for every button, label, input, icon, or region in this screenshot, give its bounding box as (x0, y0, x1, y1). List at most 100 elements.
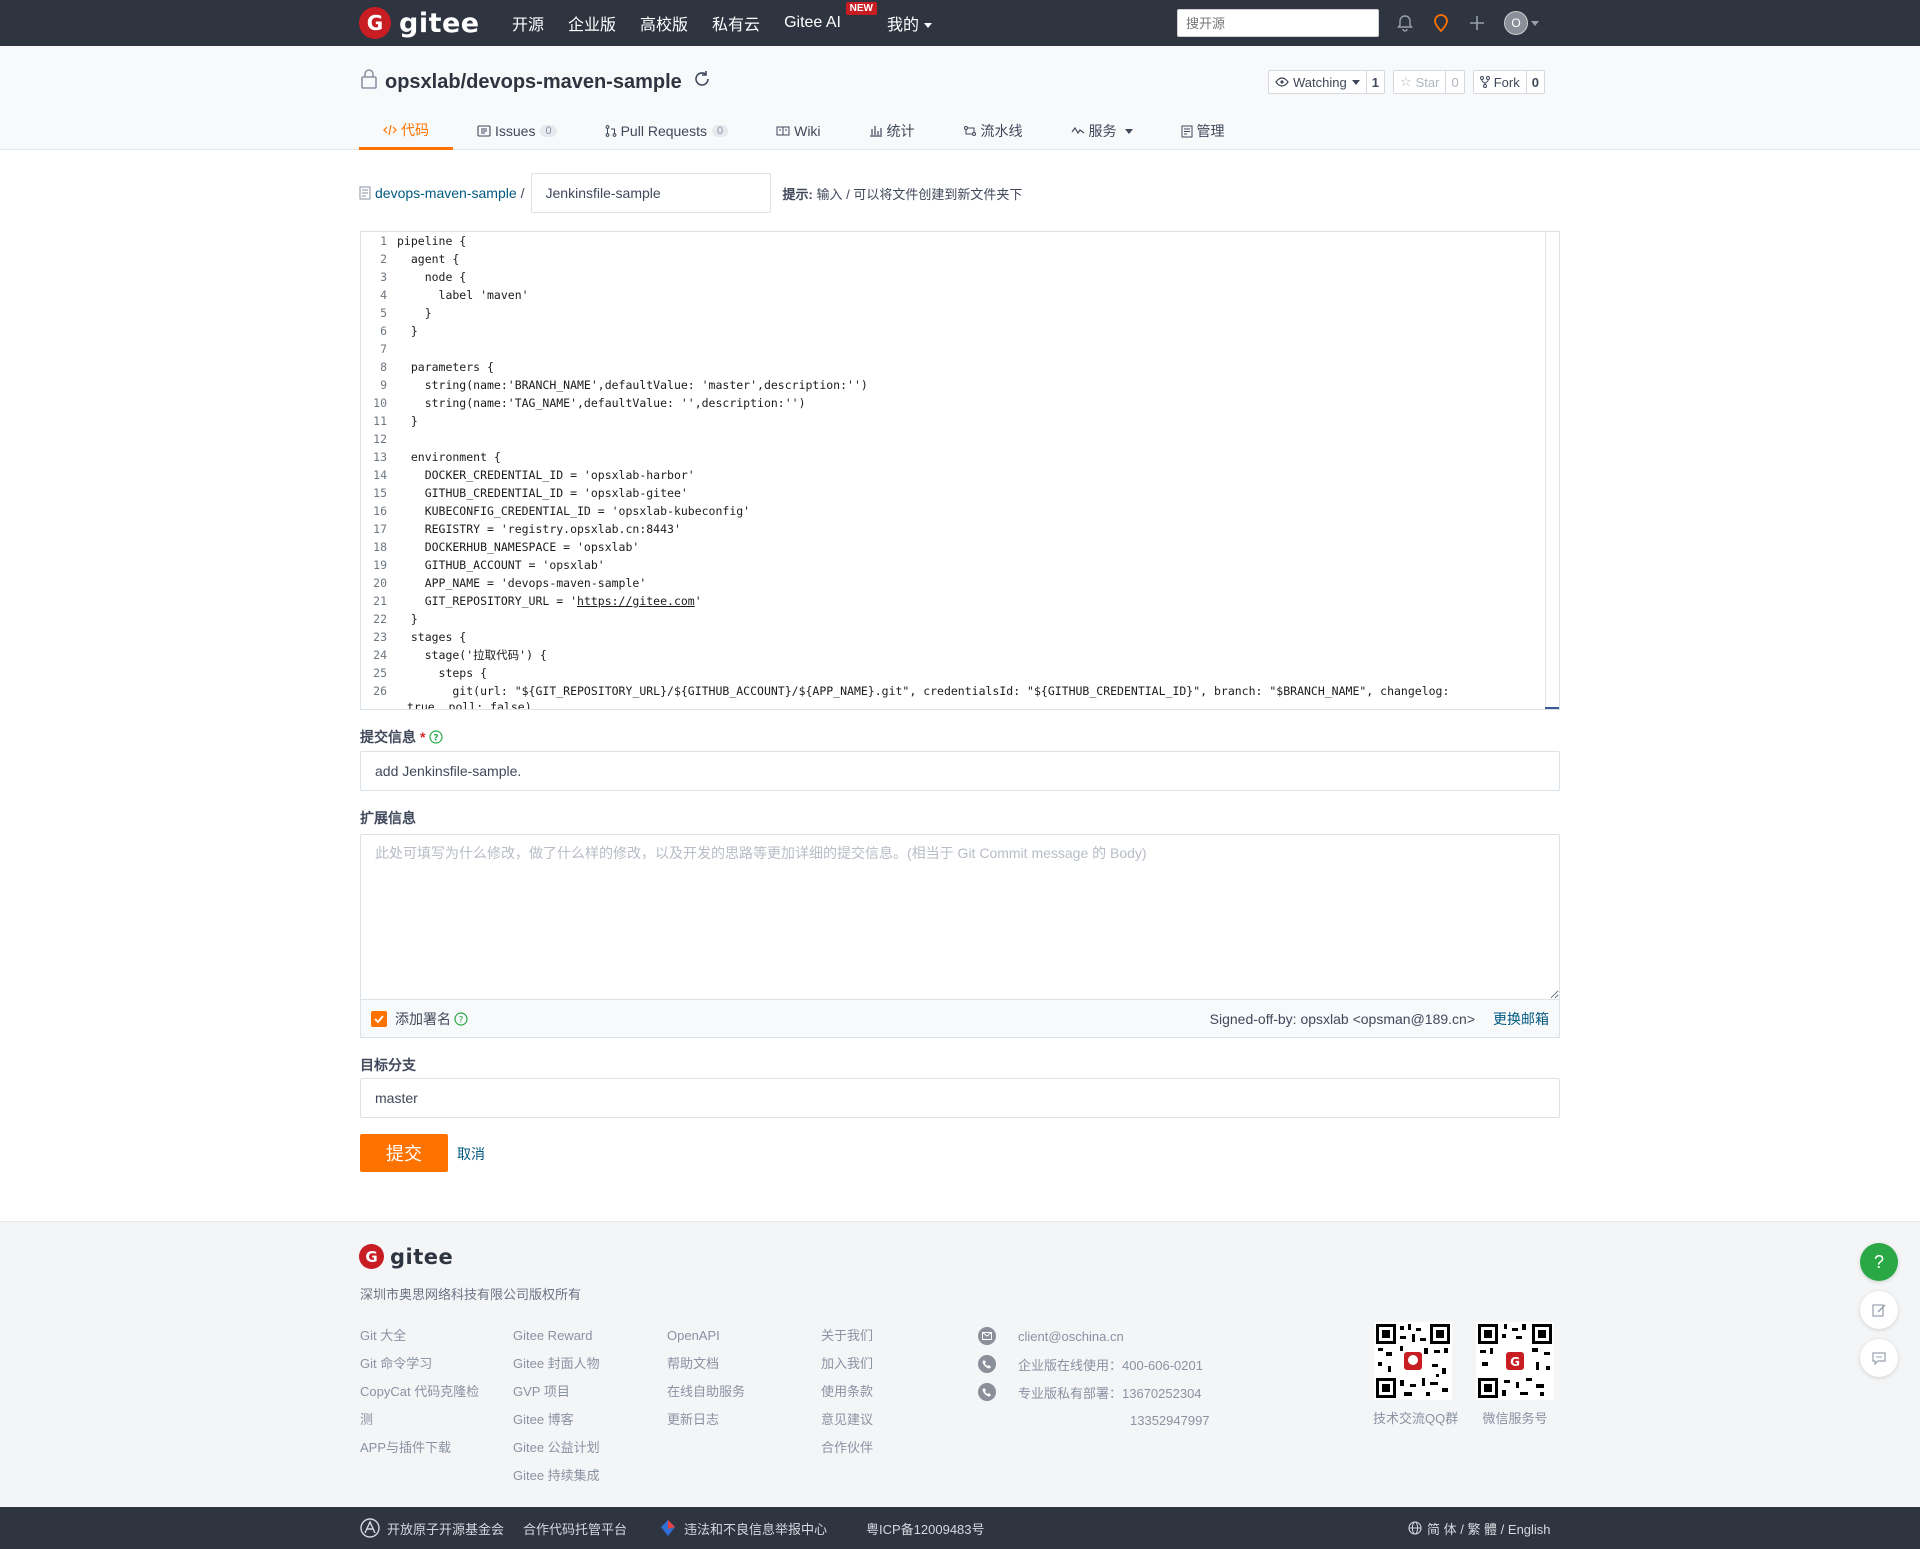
signoff-checkbox[interactable] (371, 1010, 387, 1027)
qr-code-image (1374, 1322, 1452, 1400)
footer-link[interactable]: 意见建议 (821, 1406, 873, 1434)
fork-button[interactable]: Fork 0 (1472, 70, 1545, 94)
footer-link[interactable]: 合作伙伴 (821, 1434, 873, 1462)
help-button[interactable]: ? (1860, 1243, 1898, 1281)
plus-icon[interactable] (1468, 14, 1486, 32)
footer-link[interactable]: 使用条款 (821, 1378, 873, 1406)
footer-logo[interactable]: G gitee (359, 1244, 453, 1269)
nav-enterprise[interactable]: 企业版 (568, 11, 616, 35)
line-number: 19 (373, 558, 387, 572)
help-icon[interactable]: ? (454, 1011, 468, 1026)
search-input[interactable] (1177, 9, 1379, 37)
chevron-down-icon (1351, 79, 1360, 85)
target-branch-label: 目标分支 (360, 1055, 416, 1075)
extended-info-textarea[interactable] (360, 834, 1560, 1000)
hint-label: 提示: (782, 186, 813, 202)
code-text: } (397, 414, 418, 428)
breadcrumb-separator: / (520, 185, 525, 201)
line-number: 15 (373, 486, 387, 500)
feedback-button[interactable] (1860, 1291, 1898, 1329)
fork-count: 0 (1525, 71, 1544, 93)
footer-link[interactable]: 加入我们 (821, 1350, 873, 1378)
report-center-link[interactable]: 违法和不良信息举报中心 (658, 1518, 827, 1538)
repo-name-link[interactable]: opsxlab/devops-maven-sample (385, 71, 682, 94)
icp-link[interactable]: 粤ICP备12009483号 (866, 1519, 985, 1538)
footer-link[interactable]: Git 大全 (360, 1322, 482, 1350)
nav-mine-dropdown[interactable]: 我的 (887, 11, 932, 35)
line-number: 17 (373, 522, 387, 536)
footer-link[interactable]: 更新日志 (667, 1406, 745, 1434)
watch-label: Watching (1293, 74, 1347, 90)
tab-pull-requests[interactable]: Pull Requests 0 (581, 112, 753, 150)
watch-button[interactable]: Watching 1 (1268, 70, 1385, 94)
footer-link[interactable]: CopyCat 代码克隆检测 (360, 1378, 482, 1434)
openatom-link[interactable]: 开放原子开源基金会 (359, 1517, 504, 1539)
help-icon[interactable]: ? (429, 730, 444, 744)
tab-service[interactable]: 服务 (1047, 112, 1157, 150)
editor-scroll-thumb[interactable] (1545, 707, 1559, 709)
language-switcher[interactable]: 简 体 / 繁 體 / English (1408, 1507, 1551, 1549)
code-text: label 'maven' (397, 288, 529, 302)
gitee-logo-icon: G (359, 7, 391, 39)
cancel-link[interactable]: 取消 (457, 1144, 485, 1164)
tab-manage[interactable]: 管理 (1157, 112, 1249, 150)
nav-open-source[interactable]: 开源 (512, 11, 544, 35)
line-number: 14 (373, 468, 387, 482)
submit-button[interactable]: 提交 (360, 1134, 448, 1172)
tab-issues[interactable]: Issues 0 (453, 112, 581, 150)
breadcrumb-repo-link[interactable]: devops-maven-sample (375, 185, 517, 201)
footer-link[interactable]: Gitee 博客 (513, 1406, 600, 1434)
nav-education[interactable]: 高校版 (640, 11, 688, 35)
location-pin-icon[interactable] (1432, 13, 1450, 33)
tab-wiki[interactable]: Wiki (752, 112, 844, 150)
footer-link[interactable]: Gitee 封面人物 (513, 1350, 600, 1378)
tab-code[interactable]: 代码 (359, 112, 453, 150)
tab-stats[interactable]: 统计 (845, 112, 939, 150)
footer-link[interactable]: GVP 项目 (513, 1378, 600, 1406)
manage-icon (1181, 125, 1193, 138)
user-menu[interactable]: O (1504, 11, 1539, 35)
change-email-link[interactable]: 更换邮箱 (1493, 1009, 1549, 1029)
tab-service-label: 服务 (1088, 123, 1117, 139)
editor-scrollbar[interactable] (1545, 232, 1559, 709)
footer-link[interactable]: APP与插件下载 (360, 1434, 482, 1462)
main-nav: 开源 企业版 高校版 私有云 Gitee AI NEW 我的 (512, 0, 956, 46)
line-number: 23 (373, 630, 387, 644)
gitee-logo[interactable]: G gitee (359, 6, 480, 40)
nav-gitee-ai[interactable]: Gitee AI NEW (784, 2, 877, 32)
code-text: steps { (397, 666, 488, 680)
chat-button[interactable] (1860, 1339, 1898, 1377)
bell-icon[interactable] (1396, 14, 1414, 32)
star-button[interactable]: ☆ Star 0 (1392, 70, 1465, 94)
footer-link[interactable]: 关于我们 (821, 1322, 873, 1350)
footer-link[interactable]: Gitee Reward (513, 1322, 600, 1350)
sync-icon[interactable] (692, 69, 712, 95)
tab-wiki-label: Wiki (794, 123, 821, 139)
footer-link[interactable]: 在线自助服务 (667, 1378, 745, 1406)
footer-link[interactable]: Git 命令学习 (360, 1350, 482, 1378)
tab-issues-label: Issues (495, 123, 536, 139)
filename-input[interactable] (530, 173, 771, 213)
footer-link[interactable]: Gitee 持续集成 (513, 1462, 600, 1490)
footer-link[interactable]: Gitee 公益计划 (513, 1434, 600, 1462)
code-url[interactable]: https://gitee.com (577, 594, 695, 608)
code-line: 14 DOCKER_CREDENTIAL_ID = 'opsxlab-harbo… (361, 466, 1544, 484)
line-number: 7 (380, 342, 387, 356)
code-line: 10 string(name:'TAG_NAME',defaultValue: … (361, 394, 1544, 412)
code-editor[interactable]: 1 pipeline {2 agent {3 node {4 label 'mav… (360, 231, 1560, 710)
floating-actions: ? (1860, 1243, 1898, 1387)
tab-pipeline[interactable]: 流水线 (939, 112, 1047, 150)
line-number: 5 (380, 306, 387, 320)
line-number: 12 (373, 432, 387, 446)
qq-group-qr: 技术交流QQ群 (1373, 1322, 1458, 1427)
target-branch-input[interactable] (360, 1078, 1560, 1118)
repo-title: opsxlab/devops-maven-sample (359, 68, 712, 96)
commit-message-input[interactable] (360, 751, 1560, 791)
contact-email-text[interactable]: client@oschina.cn (1018, 1329, 1124, 1344)
contact-phone-1-text: 企业版在线使用：400-606-0201 (1018, 1357, 1203, 1373)
nav-private-cloud[interactable]: 私有云 (712, 11, 760, 35)
signoff-text: Signed-off-by: opsxlab <opsman@189.cn> (1209, 1010, 1475, 1027)
footer-link[interactable]: OpenAPI (667, 1322, 745, 1350)
footer-link[interactable]: 帮助文档 (667, 1350, 745, 1378)
code-text: } (397, 306, 432, 320)
